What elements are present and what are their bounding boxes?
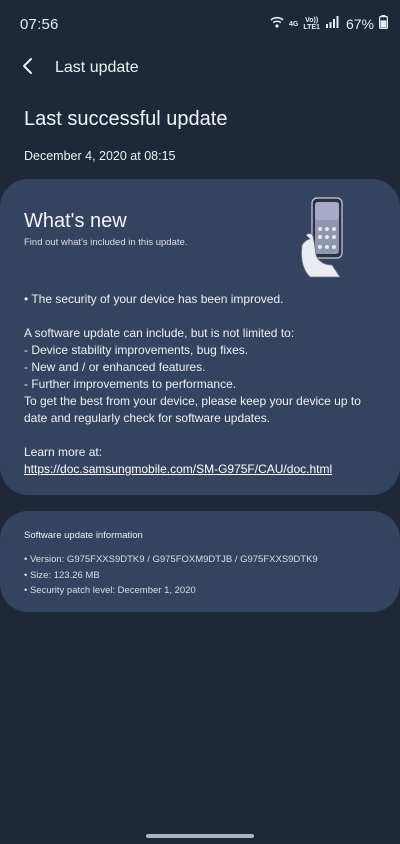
status-time: 07:56 (20, 16, 59, 33)
network-indicator: 4G (289, 21, 298, 28)
whats-new-card: What's new Find out what's included in t… (0, 179, 400, 495)
back-arrow-icon (21, 57, 35, 80)
doc-link[interactable]: https://doc.samsungmobile.com/SM-G975F/C… (24, 462, 332, 476)
whats-new-title: What's new (24, 210, 127, 232)
battery-percent: 67% (345, 16, 374, 32)
info-title: Software update information (24, 530, 143, 541)
list-item: - Device stability improvements, bug fix… (24, 343, 249, 357)
patch-info: • Security patch level: December 1, 2020 (24, 585, 196, 596)
home-indicator[interactable] (146, 834, 254, 838)
signal-icon (325, 15, 339, 34)
app-bar: Last update (0, 48, 400, 88)
whats-new-body: • The security of your device has been i… (24, 291, 364, 478)
page-heading: Last successful update (24, 108, 228, 130)
list-item: - New and / or enhanced features. (24, 360, 206, 374)
info-list: • Version: G975FXXS9DTK9 / G975FOXM9DTJB… (24, 552, 318, 599)
app-bar-title: Last update (55, 59, 139, 76)
lte-label: LTE1 (303, 24, 320, 31)
list-item: - Further improvements to performance. (24, 377, 237, 391)
volte-indicator: Vo)) LTE1 (303, 17, 320, 31)
status-bar: 07:56 4G Vo)) LTE1 67% (0, 0, 400, 48)
status-icons: 4G Vo)) LTE1 67% (270, 14, 389, 34)
size-info: • Size: 123.26 MB (24, 569, 100, 581)
update-date: December 4, 2020 at 08:15 (24, 149, 176, 163)
net-type: 4G (289, 20, 299, 28)
battery-icon (379, 14, 389, 34)
back-button[interactable] (12, 52, 44, 84)
security-line: • The security of your device has been i… (24, 292, 284, 306)
advice-text: To get the best from your device, please… (24, 394, 361, 425)
volte-label: Vo)) (305, 17, 319, 24)
intro-line: A software update can include, but is no… (24, 326, 295, 340)
whats-new-subtitle: Find out what's included in this update. (24, 237, 188, 248)
update-info-card: Software update information • Version: G… (0, 511, 400, 612)
learn-more-label: Learn more at: (24, 445, 103, 459)
wifi-icon (270, 15, 284, 34)
version-info: • Version: G975FXXS9DTK9 / G975FOXM9DTJB… (24, 554, 318, 565)
phone-illustration (298, 195, 350, 279)
